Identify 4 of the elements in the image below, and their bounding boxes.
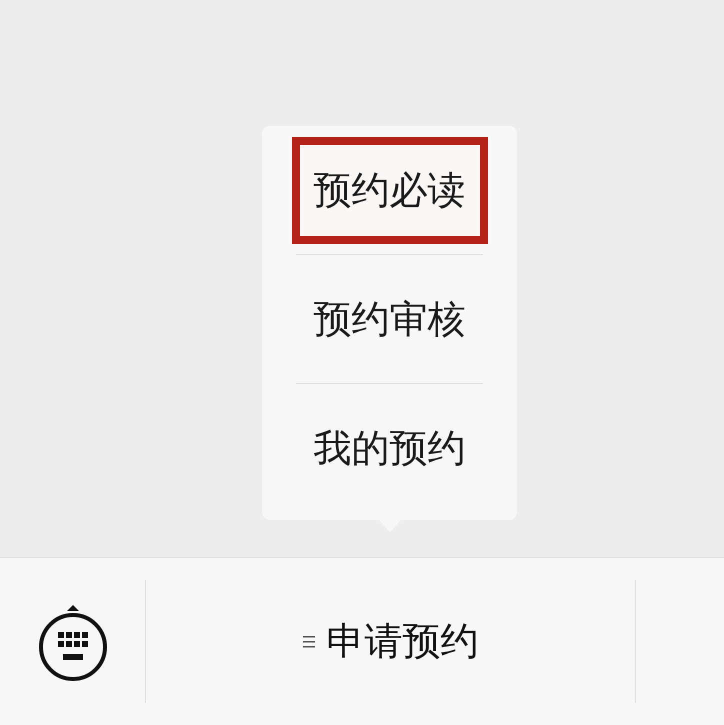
menu-item[interactable]: 我的预约 bbox=[292, 394, 488, 502]
menu-item[interactable]: 预约审核 bbox=[292, 266, 488, 372]
menu-item[interactable]: 预约必读 bbox=[292, 136, 488, 244]
menu-bar-label: 申请预约 bbox=[326, 618, 478, 665]
